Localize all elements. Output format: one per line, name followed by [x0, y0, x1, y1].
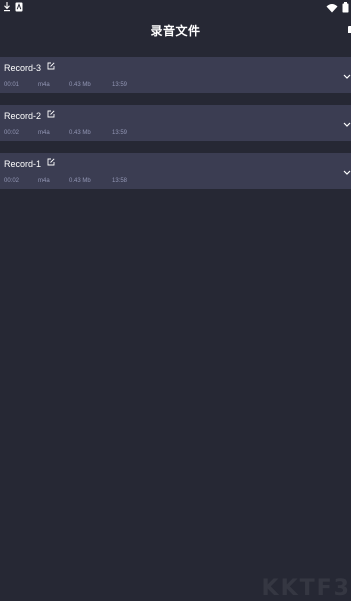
- record-format: m4a: [38, 82, 50, 88]
- record-format: m4a: [38, 130, 50, 136]
- record-size: 0.43 Mb: [69, 130, 91, 136]
- record-duration: 00:01: [4, 82, 20, 88]
- record-name: Record-2: [4, 111, 42, 121]
- record-duration: 00:02: [4, 130, 20, 136]
- wifi-icon: [326, 3, 338, 12]
- edit-icon[interactable]: [47, 158, 55, 166]
- record-row-1[interactable]: Record-1 00:02 m4a 0.43 Mb 13:58: [0, 153, 351, 189]
- record-row-3[interactable]: Record-3 00:01 m4a 0.43 Mb 13:59: [0, 57, 351, 93]
- record-duration: 00:02: [4, 178, 20, 184]
- edit-icon[interactable]: [47, 110, 55, 118]
- chevron-down-icon[interactable]: [343, 170, 351, 176]
- record-name: Record-3: [4, 63, 42, 73]
- status-left: [3, 2, 23, 12]
- record-name: Record-1: [4, 159, 42, 169]
- record-size: 0.43 Mb: [69, 82, 91, 88]
- status-right: [326, 2, 349, 13]
- download-icon: [4, 2, 10, 12]
- more-icon[interactable]: [346, 23, 351, 33]
- chevron-down-icon[interactable]: [343, 74, 351, 80]
- record-row-2[interactable]: Record-2 00:02 m4a 0.43 Mb 13:59: [0, 105, 351, 141]
- record-time: 13:58: [112, 178, 128, 184]
- chevron-down-icon[interactable]: [343, 122, 351, 128]
- record-time: 13:59: [112, 82, 128, 88]
- battery-icon: [342, 2, 349, 13]
- notification-icon: [15, 2, 23, 12]
- status-bar: [0, 0, 351, 18]
- record-time: 13:59: [112, 130, 128, 136]
- record-size: 0.43 Mb: [69, 178, 91, 184]
- record-format: m4a: [38, 178, 50, 184]
- title-bar: 录音文件: [0, 18, 351, 44]
- page-title: 录音文件: [150, 24, 201, 38]
- edit-icon[interactable]: [47, 62, 55, 70]
- watermark: KKTF3: [261, 576, 351, 601]
